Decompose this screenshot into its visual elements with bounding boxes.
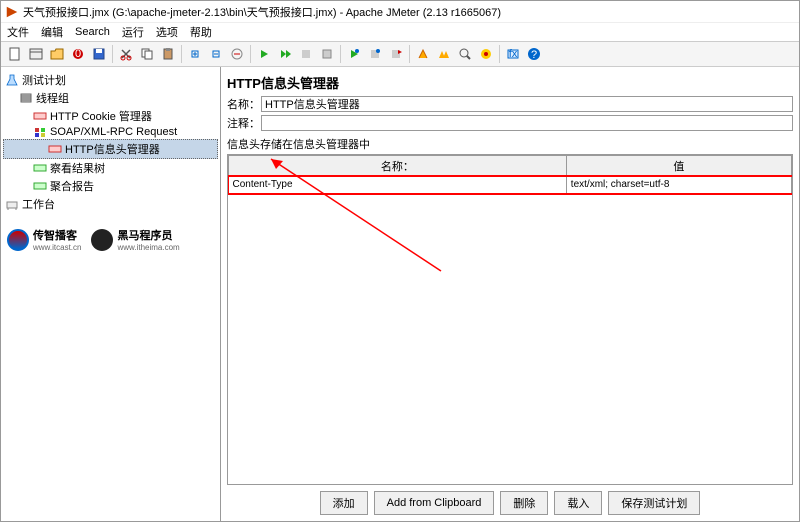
main-area: 测试计划 线程组 HTTP Cookie 管理器 SOAP/XML-RPC Re… [1,67,799,521]
col-name[interactable]: 名称： [229,156,567,177]
name-input[interactable] [261,96,793,112]
config-icon [33,110,47,122]
menu-search[interactable]: Search [75,26,110,38]
titlebar: 天气预报接口.jmx (G:\apache-jmeter-2.13\bin\天气… [1,1,799,23]
stop-icon[interactable] [296,44,316,64]
toggle-icon[interactable] [227,44,247,64]
menu-options[interactable]: 选项 [156,24,178,40]
collapse-icon[interactable] [206,44,226,64]
clearall-icon[interactable] [434,44,454,64]
stored-label: 信息头存储在信息头管理器中 [227,136,793,152]
function-icon[interactable]: fx [503,44,523,64]
comment-label: 注释： [227,115,261,131]
menu-edit[interactable]: 编辑 [41,24,63,40]
remote-start-icon[interactable] [344,44,364,64]
window-title: 天气预报接口.jmx (G:\apache-jmeter-2.13\bin\天气… [23,4,501,20]
save-icon[interactable] [89,44,109,64]
start-noTimers-icon[interactable] [275,44,295,64]
cut-icon[interactable] [116,44,136,64]
clipboard-button[interactable]: Add from Clipboard [374,491,495,515]
logo-itcast: 传智播客www.itcast.cn [7,227,81,252]
sampler-icon [33,126,47,138]
close-icon[interactable]: 0 [68,44,88,64]
menubar: 文件 编辑 Search 运行 选项 帮助 [1,23,799,41]
button-row: 添加 Add from Clipboard 删除 载入 保存测试计划 [227,485,793,521]
shutdown-icon[interactable] [317,44,337,64]
save-button[interactable]: 保存测试计划 [608,491,700,515]
paste-icon[interactable] [158,44,178,64]
copy-icon[interactable] [137,44,157,64]
load-button[interactable]: 载入 [554,491,602,515]
config-icon [48,143,62,155]
svg-text:fx: fx [509,48,518,60]
tree-soap[interactable]: SOAP/XML-RPC Request [3,125,218,139]
headers-table[interactable]: 名称： 值 Content-Type text/xml; charset=utf… [227,154,793,485]
help-icon[interactable]: ? [524,44,544,64]
col-value[interactable]: 值 [566,156,791,177]
svg-text:0: 0 [75,48,81,60]
reset-search-icon[interactable] [476,44,496,64]
app-icon [5,5,19,19]
toolbar: 0 fx ? [1,41,799,67]
svg-text:?: ? [531,49,537,61]
tree-testplan[interactable]: 测试计划 [3,71,218,89]
tree-thread[interactable]: 线程组 [3,89,218,107]
logos: 传智播客www.itcast.cn 黑马程序员www.itheima.com [3,223,218,256]
flask-icon [5,74,19,86]
listener-icon [33,180,47,192]
new-icon[interactable] [5,44,25,64]
tree-aggregate[interactable]: 聚合报告 [3,177,218,195]
clear-icon[interactable] [413,44,433,64]
comment-input[interactable] [261,115,793,131]
start-icon[interactable] [254,44,274,64]
tree-cookie[interactable]: HTTP Cookie 管理器 [3,107,218,125]
name-label: 名称： [227,96,261,112]
tree-header[interactable]: HTTP信息头管理器 [3,139,218,159]
spool-icon [19,92,33,104]
delete-button[interactable]: 删除 [500,491,548,515]
listener-icon [33,162,47,174]
expand-icon[interactable] [185,44,205,64]
remote-stop-icon[interactable] [365,44,385,64]
tree-panel: 测试计划 线程组 HTTP Cookie 管理器 SOAP/XML-RPC Re… [1,67,221,521]
templates-icon[interactable] [26,44,46,64]
remote-shut-icon[interactable] [386,44,406,64]
logo-itheima: 黑马程序员www.itheima.com [91,227,179,252]
tree-workbench[interactable]: 工作台 [3,195,218,213]
tree-viewresults[interactable]: 察看结果树 [3,159,218,177]
cell-name[interactable]: Content-Type [229,177,567,193]
menu-run[interactable]: 运行 [122,24,144,40]
add-button[interactable]: 添加 [320,491,368,515]
search-icon[interactable] [455,44,475,64]
table-row[interactable]: Content-Type text/xml; charset=utf-8 [229,177,792,193]
menu-file[interactable]: 文件 [7,24,29,40]
workbench-icon [5,198,19,210]
cell-value[interactable]: text/xml; charset=utf-8 [566,177,791,193]
content-panel: HTTP信息头管理器 名称： 注释： 信息头存储在信息头管理器中 名称： 值 C… [221,67,799,521]
menu-help[interactable]: 帮助 [190,24,212,40]
panel-title: HTTP信息头管理器 [227,73,793,92]
open-icon[interactable] [47,44,67,64]
